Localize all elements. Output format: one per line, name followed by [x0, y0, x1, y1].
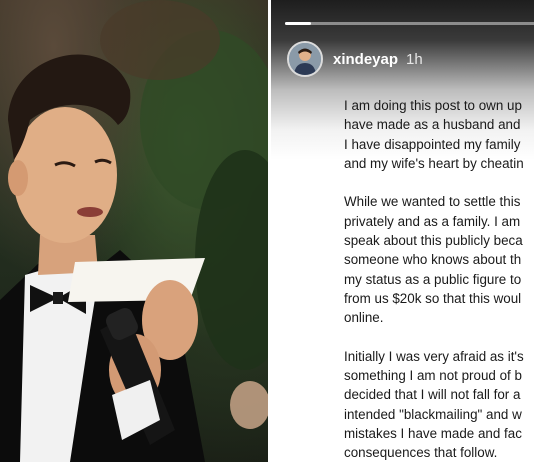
- text-line: While we wanted to settle this: [344, 194, 521, 210]
- text-line: intended "blackmailing" and w: [344, 406, 522, 422]
- story-header: xindeyap 1h: [287, 40, 423, 78]
- paragraph: I am doing this post to own up have made…: [344, 96, 534, 173]
- paragraph: Initially I was very afraid as it's some…: [344, 347, 534, 462]
- speech-photo: [0, 0, 268, 462]
- story-text: I am doing this post to own up have made…: [344, 96, 534, 462]
- avatar[interactable]: [287, 41, 323, 77]
- story-timestamp: 1h: [406, 50, 423, 68]
- story-progress-fill: [285, 22, 311, 25]
- text-line: and my wife's heart by cheatin: [344, 155, 524, 171]
- text-line: Initially I was very afraid as it's: [344, 348, 524, 364]
- text-line: someone who knows about th: [344, 252, 522, 268]
- story-username[interactable]: xindeyap: [333, 51, 398, 68]
- text-line: online.: [344, 310, 384, 326]
- profile-photo-icon: [289, 43, 321, 75]
- text-line: something I am not proud of b: [344, 368, 522, 384]
- text-line: have made as a husband and: [344, 117, 521, 133]
- text-line: consequences that follow.: [344, 445, 498, 461]
- story-progress-bar: [285, 22, 534, 25]
- text-line: speak about this publicly beca: [344, 233, 523, 249]
- text-line: mistakes I have made and fac: [344, 426, 522, 442]
- text-line: decided that I will not fall for a: [344, 387, 521, 403]
- instagram-story[interactable]: xindeyap 1h I am doing this post to own …: [271, 0, 534, 462]
- text-line: I have disappointed my family: [344, 136, 521, 152]
- text-line: from us $20k so that this woul: [344, 290, 522, 306]
- paragraph: While we wanted to settle this privately…: [344, 192, 534, 327]
- text-line: privately and as a family. I am: [344, 213, 521, 229]
- text-line: I am doing this post to own up: [344, 98, 522, 113]
- text-line: my status as a public figure to: [344, 271, 522, 287]
